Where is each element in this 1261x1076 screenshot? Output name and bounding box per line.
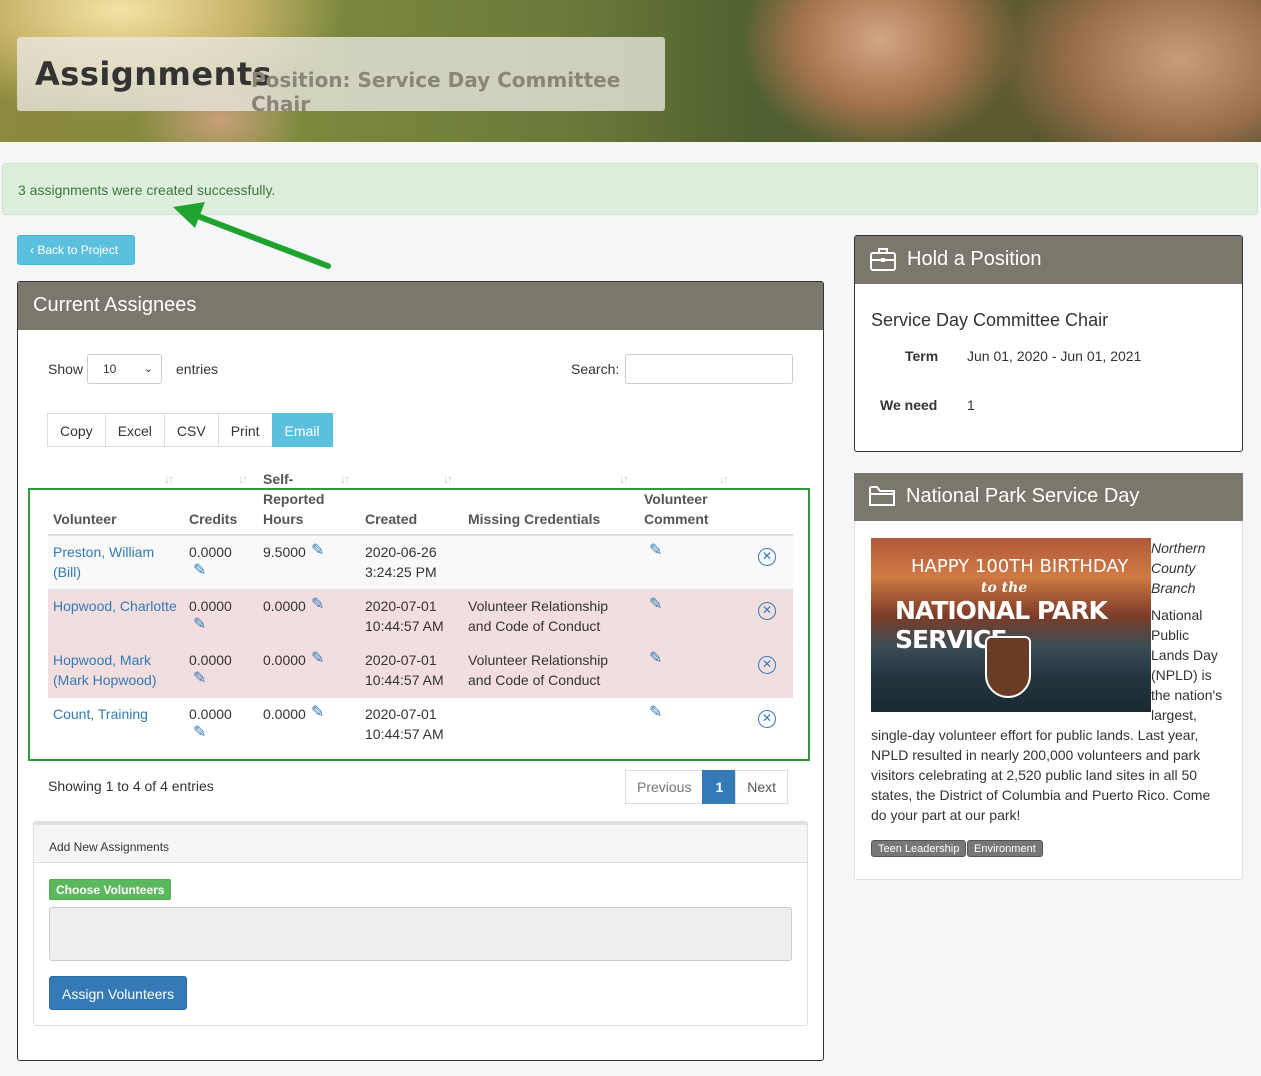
search-label: Search:	[571, 361, 620, 377]
project-panel: National Park Service Day HAPPY 100TH BI…	[854, 473, 1243, 880]
excel-button[interactable]: Excel	[104, 413, 165, 447]
project-description: do your part at our park!	[871, 807, 1021, 823]
project-description: largest,	[1151, 707, 1197, 723]
print-button[interactable]: Print	[217, 413, 273, 447]
column-header-hours-line1[interactable]: Self-	[263, 469, 293, 489]
csv-button[interactable]: CSV	[163, 413, 219, 447]
assignees-panel-title: Current Assignees	[18, 282, 823, 330]
sort-icon[interactable]: ↓↑	[340, 472, 350, 486]
table-highlight-box	[28, 488, 810, 761]
project-description: single-day volunteer effort for public l…	[871, 727, 1199, 743]
copy-button[interactable]: Copy	[47, 413, 106, 447]
project-description: Public	[1151, 627, 1190, 643]
page-title: Assignments	[35, 55, 273, 93]
folder-icon	[869, 486, 895, 506]
branch-name: Northern	[1151, 540, 1206, 556]
image-caption: to the	[981, 580, 1028, 596]
page-size-value: 10	[103, 362, 117, 376]
assign-volunteers-button[interactable]: Assign Volunteers	[49, 976, 187, 1010]
add-assignments-panel: Add New Assignments Choose Volunteers As…	[33, 821, 808, 1026]
export-button-group: Copy Excel CSV Print Email	[47, 413, 333, 447]
page-subtitle: Position: Service Day Committee Chair	[251, 68, 621, 116]
show-label: Show	[48, 361, 84, 377]
project-description: states, the District of Columbia and Pue…	[871, 787, 1211, 803]
hold-position-title: Hold a Position	[907, 248, 1042, 270]
park-service-image: HAPPY 100TH BIRTHDAY to the NATIONAL PAR…	[871, 538, 1151, 712]
back-button-label: Back to Project	[37, 243, 119, 257]
position-name: Service Day Committee Chair	[871, 310, 1109, 330]
project-title: National Park Service Day	[906, 485, 1140, 507]
chevron-down-icon: ⌄	[143, 363, 153, 375]
current-assignees-panel: Current Assignees Show 10 ⌄ entries Sear…	[17, 281, 824, 1061]
entries-label: entries	[176, 361, 219, 377]
choose-volunteers-button[interactable]: Choose Volunteers	[49, 879, 172, 900]
next-page-button[interactable]: Next	[735, 770, 789, 804]
alert-message: 3 assignments were created successfully.	[18, 182, 276, 198]
branch-name: County	[1151, 560, 1196, 576]
sort-icon[interactable]: ↓↑	[238, 472, 248, 486]
project-description: the nation's	[1151, 687, 1223, 703]
previous-page-button[interactable]: Previous	[625, 770, 704, 804]
need-value: 1	[967, 397, 975, 413]
hold-position-header: Hold a Position	[855, 236, 1242, 284]
page-size-select[interactable]: 10 ⌄	[87, 354, 162, 384]
sort-icon[interactable]: ↓↑	[443, 472, 453, 486]
need-label: We need	[880, 397, 938, 413]
sort-icon[interactable]: ↓↑	[719, 472, 729, 486]
tag-badge[interactable]: Teen Leadership	[871, 840, 967, 857]
hold-position-panel: Hold a Position Service Day Committee Ch…	[854, 235, 1243, 452]
add-assignments-title: Add New Assignments	[34, 822, 807, 863]
project-description: NPLD resulted in nearly 200,000 voluntee…	[871, 747, 1201, 763]
project-description: National	[1151, 607, 1203, 623]
term-label: Term	[905, 348, 939, 364]
sort-icon[interactable]: ↓↑	[164, 472, 174, 486]
sort-icon[interactable]: ↓↑	[619, 472, 629, 486]
project-description: Lands Day	[1151, 647, 1218, 663]
branch-name: Branch	[1151, 580, 1196, 596]
arrowhead-badge-icon	[985, 636, 1031, 698]
volunteers-textarea[interactable]	[49, 907, 792, 961]
pagination: Previous 1 Next	[625, 770, 789, 804]
current-page-button[interactable]: 1	[702, 770, 737, 804]
term-value: Jun 01, 2020 - Jun 01, 2021	[967, 348, 1142, 364]
briefcase-icon	[870, 248, 896, 271]
showing-entries-text: Showing 1 to 4 of 4 entries	[48, 778, 214, 794]
image-caption: HAPPY 100TH BIRTHDAY	[911, 556, 1129, 577]
project-description: visitors celebrating at 2,520 public lan…	[871, 767, 1198, 783]
annotation-arrow-icon	[173, 202, 331, 269]
email-button[interactable]: Email	[271, 413, 333, 447]
chevron-left-icon: ‹	[30, 243, 34, 257]
search-input[interactable]	[625, 354, 793, 384]
back-to-project-button[interactable]: ‹ Back to Project	[17, 235, 135, 265]
title-box: Assignments Position: Service Day Commit…	[17, 37, 665, 116]
project-description: (NPLD) is	[1151, 667, 1212, 683]
project-header: National Park Service Day	[854, 473, 1243, 521]
tag-badge[interactable]: Environment	[967, 840, 1043, 857]
